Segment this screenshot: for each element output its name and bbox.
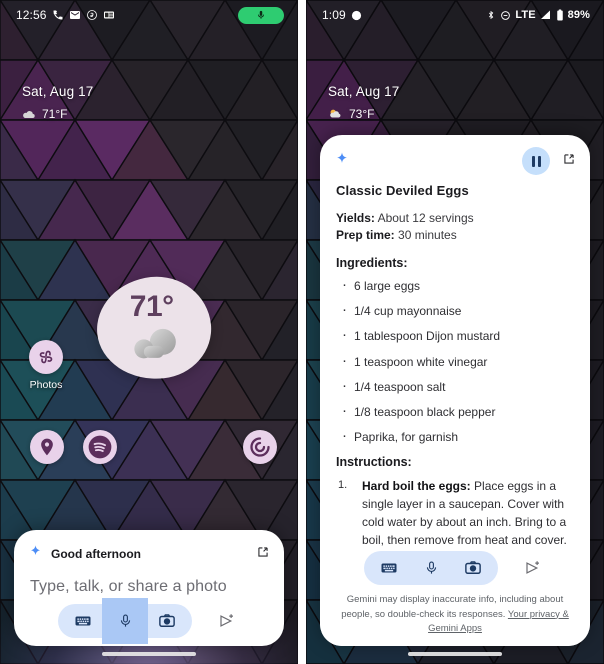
- keyboard-icon[interactable]: [64, 605, 102, 637]
- phone-missed-icon: [52, 9, 64, 21]
- cloud-icon: [22, 109, 36, 120]
- open-in-new-icon[interactable]: [256, 545, 270, 564]
- glance-weather: 73°F: [328, 107, 399, 121]
- gemini-sparkle-icon: [334, 151, 350, 172]
- gemini-input-actions-right: [320, 551, 590, 586]
- pocket-casts-icon: [243, 430, 277, 464]
- right-at-a-glance[interactable]: Sat, Aug 17 73°F: [328, 84, 399, 121]
- do-not-disturb-icon: [500, 10, 511, 21]
- camera-icon[interactable]: [148, 605, 186, 637]
- gemini-response-card: Classic Deviled Eggs Yields: About 12 se…: [320, 135, 590, 646]
- list-item: 1 tablespoon Dijon mustard: [340, 325, 574, 345]
- send-plus-icon[interactable]: [214, 608, 240, 634]
- meta-yields-value: About 12 servings: [377, 211, 474, 225]
- gemini-disclaimer: Gemini may display inaccurate info, incl…: [320, 593, 590, 636]
- recipe-title: Classic Deviled Eggs: [336, 183, 469, 198]
- gemini-greeting: Good afternoon: [51, 547, 141, 561]
- meta-prep-value: 30 minutes: [398, 228, 457, 243]
- list-item: Hard boil the eggs: Place eggs in a sing…: [336, 477, 574, 551]
- meta-yields-label: Yields:: [336, 211, 375, 225]
- threads-icon: [351, 10, 362, 21]
- assistant-mic-pill[interactable]: [238, 6, 284, 24]
- battery-icon: [556, 9, 564, 21]
- list-item: 6 large eggs: [340, 275, 574, 295]
- gemini-prompt-input[interactable]: Type, talk, or share a photo: [14, 564, 284, 602]
- nav-gesture-handle[interactable]: [408, 652, 502, 656]
- battery-percent: 89%: [567, 9, 590, 21]
- microphone-icon[interactable]: [412, 552, 450, 584]
- response-card-header: [320, 135, 590, 177]
- left-phone-screen: 12:56 Sat, Aug 17 71°F 71° Photos Good a…: [0, 0, 298, 664]
- sheet-header: Good afternoon: [14, 530, 284, 564]
- app-icon-maps[interactable]: [30, 430, 64, 464]
- app-icon-photos[interactable]: Photos: [29, 340, 63, 391]
- gemini-input-sheet: Good afternoon Type, talk, or share a ph…: [14, 530, 284, 646]
- maps-pin-icon: [30, 430, 64, 464]
- bluetooth-icon: [486, 9, 496, 21]
- microphone-icon[interactable]: [102, 598, 148, 644]
- list-item: Paprika, for garnish: [340, 426, 574, 446]
- app-icon-spotify[interactable]: [83, 430, 117, 464]
- app-label-photos: Photos: [29, 379, 63, 391]
- gemini-input-actions-left: [14, 598, 284, 644]
- right-phone-screen: 1:09 LTE 89% Sat, Aug 17 73°F Classic De…: [306, 0, 604, 664]
- left-status-bar: 12:56: [0, 0, 298, 30]
- recipe-meta: Yields: About 12 servings Prep time: 30 …: [336, 210, 574, 244]
- spotify-icon: [83, 430, 117, 464]
- meta-yields: Yields: About 12 servings: [336, 210, 574, 227]
- two-phone-screenshot-comparison: 12:56 Sat, Aug 17 71°F 71° Photos Good a…: [0, 0, 604, 664]
- pause-button[interactable]: [522, 147, 550, 175]
- meta-prep-time: Prep time: 30 minutes: [336, 227, 574, 244]
- threads-icon: [86, 9, 98, 21]
- glance-date: Sat, Aug 17: [22, 84, 94, 99]
- camera-icon[interactable]: [454, 552, 492, 584]
- status-time: 12:56: [16, 8, 47, 22]
- send-plus-icon[interactable]: [520, 555, 546, 581]
- network-type: LTE: [515, 9, 536, 21]
- meta-prep-label: Prep time:: [336, 228, 395, 243]
- signal-bars-icon: [540, 9, 552, 21]
- keyboard-icon[interactable]: [370, 552, 408, 584]
- mail-icon: [69, 9, 81, 21]
- ingredients-heading: Ingredients:: [336, 256, 408, 271]
- response-card-footer: Gemini may display inaccurate info, incl…: [320, 551, 590, 646]
- photos-pinwheel-icon: [29, 340, 63, 374]
- glance-temperature: 73°F: [349, 107, 375, 121]
- left-at-a-glance[interactable]: Sat, Aug 17 71°F: [22, 84, 93, 121]
- step-lead: Hard boil the eggs:: [362, 479, 471, 494]
- glance-date: Sat, Aug 17: [328, 84, 400, 99]
- glance-temperature: 71°F: [42, 107, 68, 121]
- nav-gesture-handle[interactable]: [102, 652, 196, 656]
- open-in-new-icon[interactable]: [562, 152, 576, 171]
- ingredients-list: 6 large eggs 1/4 cup mayonnaise 1 tables…: [340, 275, 574, 447]
- pause-icon: [531, 155, 541, 167]
- response-body: Classic Deviled Eggs Yields: About 12 se…: [320, 177, 590, 551]
- news-icon: [103, 9, 115, 21]
- list-item: 1/4 teaspoon salt: [340, 376, 574, 396]
- list-item: 1/4 cup mayonnaise: [340, 300, 574, 320]
- app-icon-pocket-casts[interactable]: [243, 430, 277, 464]
- list-item: 1 teaspoon white vinegar: [340, 351, 574, 371]
- glance-weather: 71°F: [22, 107, 93, 121]
- sun-behind-cloud-icon: [328, 108, 343, 120]
- list-item: 1/8 teaspoon black pepper: [340, 401, 574, 421]
- instructions-heading: Instructions:: [336, 455, 412, 470]
- blob-temperature: 71°: [129, 289, 174, 323]
- gemini-sparkle-icon: [28, 544, 43, 564]
- right-status-bar: 1:09 LTE 89%: [306, 0, 604, 30]
- action-pill-group: [58, 598, 192, 644]
- cloud-icon: [129, 325, 183, 364]
- instructions-list: Hard boil the eggs: Place eggs in a sing…: [336, 477, 574, 551]
- action-pill-group: [364, 551, 498, 586]
- status-time: 1:09: [322, 8, 346, 22]
